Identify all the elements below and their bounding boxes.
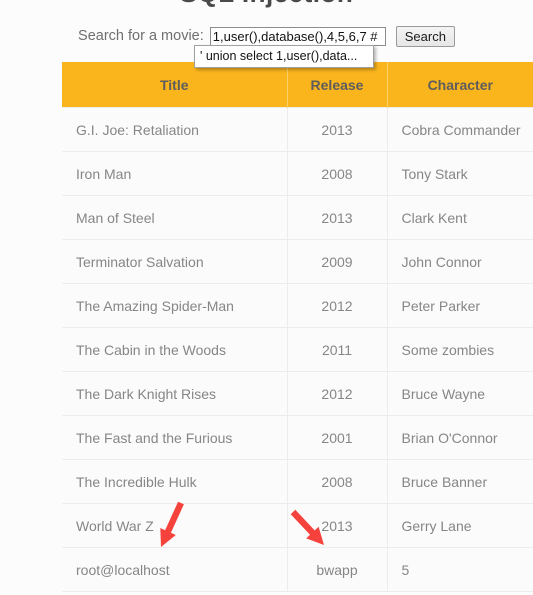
cell-character: Cobra Commander [387,107,533,152]
cell-title: The Cabin in the Woods [62,327,288,372]
cell-release: 2013 [287,503,388,548]
cell-character: Peter Parker [387,283,533,328]
cell-release: 2011 [287,327,388,372]
cell-release: 2012 [287,283,388,328]
cell-title: The Fast and the Furious [62,415,288,460]
table-row: G.I. Joe: Retaliation 2013 Cobra Commander [62,107,533,152]
table-row: Man of Steel 2013 Clark Kent [62,195,533,240]
cell-character: Bruce Wayne [387,371,533,416]
table-row: root@localhost bwapp 5 [62,547,533,592]
table-header-row: Title Release Character [62,62,533,108]
cell-character: Some zombies [387,327,533,372]
table-row: The Incredible Hulk 2008 Bruce Banner [62,459,533,504]
search-label: Search for a movie: [78,28,204,44]
table-row: Iron Man 2008 Tony Stark [62,151,533,196]
table-row: World War Z 2013 Gerry Lane [62,503,533,548]
results-table-body: G.I. Joe: Retaliation 2013 Cobra Commander… [62,107,533,592]
cell-character: Tony Stark [387,151,533,196]
cell-title: The Dark Knight Rises [62,371,288,416]
cell-character: John Connor [387,239,533,284]
cell-release: 2008 [287,151,388,196]
table-row: The Amazing Spider-Man 2012 Peter Parker [62,283,533,328]
column-header-title[interactable]: Title [62,62,288,108]
search-input[interactable] [209,26,386,46]
results-table: Title Release Character G.I. Joe: Retali… [62,62,533,592]
cell-title: The Amazing Spider-Man [62,283,288,328]
autocomplete-item[interactable]: ' union select 1,user(),data... [195,46,373,67]
table-row: Terminator Salvation 2009 John Connor [62,239,533,284]
results-table-container: Title Release Character G.I. Joe: Retali… [62,62,533,592]
search-button[interactable]: Search [395,25,455,47]
cell-title: Iron Man [62,151,288,196]
cell-title: Man of Steel [62,195,288,240]
cell-release: 2013 [287,195,388,240]
sql-injection-results-page: SQL Injection Search for a movie: Search… [0,0,533,595]
cell-character: Brian O'Connor [387,415,533,460]
cell-character: 5 [387,547,533,592]
cell-character: Clark Kent [387,195,533,240]
page-title: SQL Injection [0,0,533,9]
cell-release: 2012 [287,371,388,416]
column-header-character[interactable]: Character [387,62,533,108]
cell-title: The Incredible Hulk [62,459,288,504]
cell-title: Terminator Salvation [62,239,288,284]
cell-title: root@localhost [62,547,288,592]
cell-release: bwapp [287,547,388,592]
results-table-head: Title Release Character [62,62,533,108]
table-row: The Fast and the Furious 2001 Brian O'Conn… [62,415,533,460]
table-row: The Dark Knight Rises 2012 Bruce Wayne [62,371,533,416]
cell-title: G.I. Joe: Retaliation [62,107,288,152]
cell-release: 2009 [287,239,388,284]
cell-release: 2001 [287,415,388,460]
cell-character: Bruce Banner [387,459,533,504]
table-row: The Cabin in the Woods 2011 Some zombies [62,327,533,372]
cell-release: 2008 [287,459,388,504]
cell-release: 2013 [287,107,388,152]
cell-title: World War Z [62,503,288,548]
autocomplete-dropdown[interactable]: ' union select 1,user(),data... [194,45,374,68]
cell-character: Gerry Lane [387,503,533,548]
column-header-release[interactable]: Release [287,62,388,108]
